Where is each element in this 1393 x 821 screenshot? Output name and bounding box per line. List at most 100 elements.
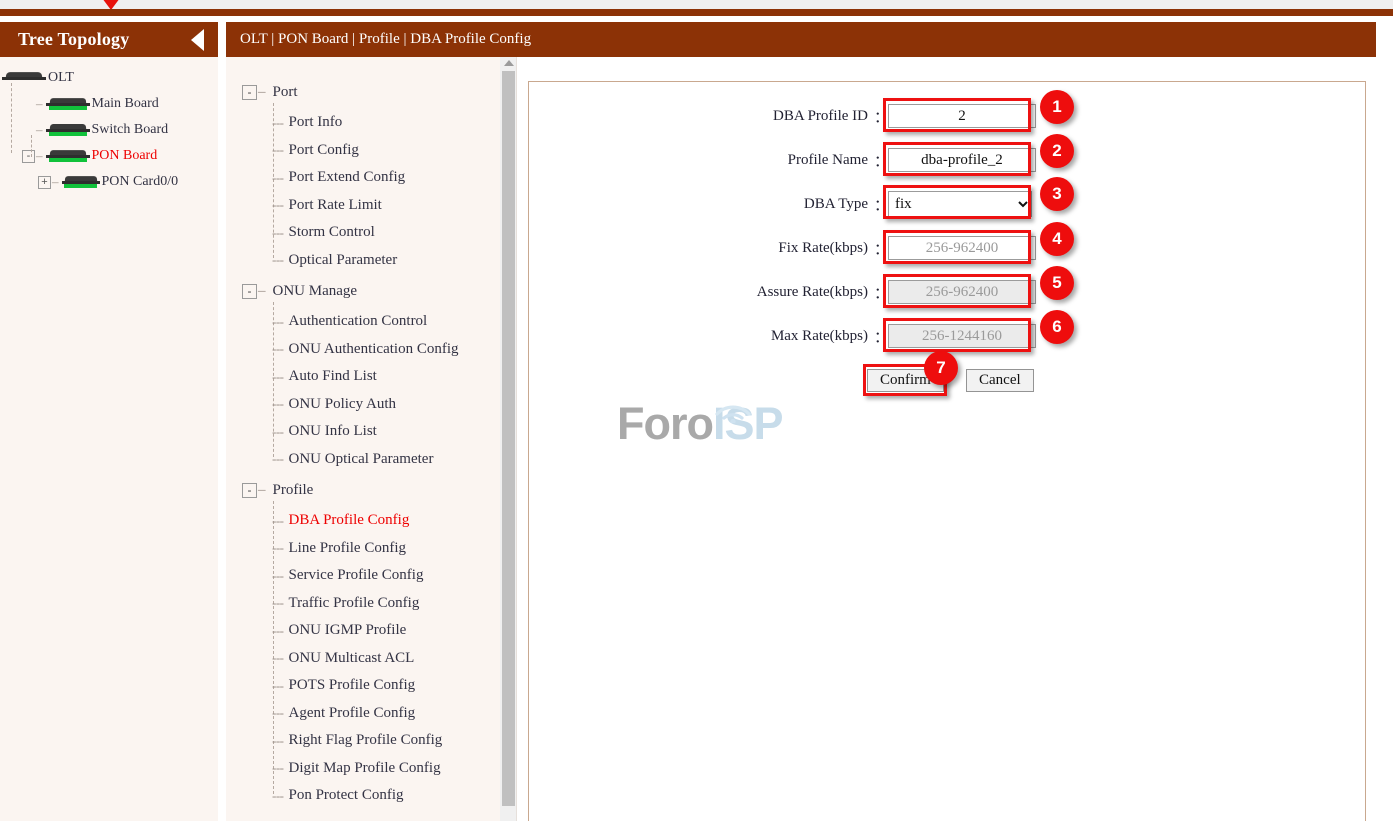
field-input[interactable] xyxy=(888,104,1036,128)
menu-item[interactable]: ---Line Profile Config xyxy=(226,535,516,563)
step-badge: 6 xyxy=(1040,310,1074,344)
tree-node[interactable]: OLT xyxy=(0,65,218,91)
menu-item[interactable]: ---ONU Authentication Config xyxy=(226,336,516,364)
collapse-group-icon[interactable]: - xyxy=(242,284,257,299)
expand-node-icon[interactable]: + xyxy=(38,176,51,189)
tree-node[interactable]: -–PON Board xyxy=(0,143,218,169)
menu-item-label: POTS Profile Config xyxy=(289,677,416,694)
tree-connector: – xyxy=(52,174,58,190)
menu-item-connector: --- xyxy=(272,341,284,357)
menu-item-connector: --- xyxy=(272,788,284,804)
menu-item-connector: --- xyxy=(272,568,284,584)
menu-panel: -–Port---Port Info---Port Config---Port … xyxy=(226,57,517,821)
menu-item[interactable]: ---Storm Control xyxy=(226,219,516,247)
menu-item-label: ONU Multicast ACL xyxy=(289,650,415,667)
field-wrapper: 2 xyxy=(888,148,1036,172)
menu-item-connector: --- xyxy=(272,451,284,467)
app-root: Tree Topology OLT | PON Board | Profile … xyxy=(0,0,1393,821)
dba-type-select[interactable]: fix xyxy=(888,191,1032,217)
menu-item-label: DBA Profile Config xyxy=(289,512,410,529)
tree-node[interactable]: +– PON Card0/0 xyxy=(0,169,218,195)
menu-connector: – xyxy=(258,283,266,300)
menu-item[interactable]: ---Port Config xyxy=(226,137,516,165)
field-label: Assure Rate(kbps) xyxy=(529,284,874,301)
menu-item[interactable]: ---Service Profile Config xyxy=(226,562,516,590)
foroisp-watermark: ForoISP xyxy=(617,395,787,465)
menu-item[interactable]: --- Pon Protect Config xyxy=(226,782,516,810)
top-strip xyxy=(0,0,1393,9)
menu-item[interactable]: ---ONU Optical Parameter xyxy=(226,446,516,474)
menu-item[interactable]: ---ONU IGMP Profile xyxy=(226,617,516,645)
menu-item-connector: --- xyxy=(272,540,284,556)
menu-item-label: Traffic Profile Config xyxy=(289,595,420,612)
menu-item-label: Authentication Control xyxy=(289,313,428,330)
menu-item[interactable]: ---ONU Multicast ACL xyxy=(226,645,516,673)
tree-node-list: OLT–Main Board–Switch Board-–PON Board+–… xyxy=(0,57,218,195)
menu-item[interactable]: ---Agent Profile Config xyxy=(226,700,516,728)
menu-item[interactable]: ---Port Info xyxy=(226,109,516,137)
tree-vertical-connector xyxy=(11,83,12,153)
menu-group[interactable]: -–ONU Manage xyxy=(226,274,516,308)
menu-group[interactable]: -–Profile xyxy=(226,473,516,507)
tree-node[interactable]: –Switch Board xyxy=(0,117,218,143)
menu-item[interactable]: ---Auto Find List xyxy=(226,363,516,391)
dba-profile-form: DBA Profile ID：1Profile Name：2DBA Type：f… xyxy=(529,82,1367,402)
menu-item-label: Port Info xyxy=(289,114,343,131)
menu-item-connector: --- xyxy=(272,142,284,158)
menu-group-items: ---Port Info---Port Config---Port Extend… xyxy=(226,109,516,274)
tree-node-label: PON Card0/0 xyxy=(102,174,179,190)
cancel-button[interactable]: Cancel xyxy=(966,369,1034,392)
menu-item[interactable]: ---POTS Profile Config xyxy=(226,672,516,700)
menu-connector: – xyxy=(258,482,266,499)
menu-item[interactable]: --- Digit Map Profile Config xyxy=(226,755,516,783)
scrollbar-thumb[interactable] xyxy=(502,71,515,806)
tree-spacer xyxy=(22,98,35,111)
menu-item[interactable]: ---Optical Parameter xyxy=(226,247,516,275)
menu-group-label: Profile xyxy=(273,482,314,499)
tree-topology-header: Tree Topology xyxy=(0,22,218,57)
device-chassis-icon xyxy=(46,123,90,137)
menu-list: -–Port---Port Info---Port Config---Port … xyxy=(226,57,516,810)
field-input[interactable] xyxy=(888,280,1036,304)
menu-group[interactable]: -–Port xyxy=(226,75,516,109)
menu-item[interactable]: ---Port Extend Config xyxy=(226,164,516,192)
form-row: DBA Type：fix3 xyxy=(529,182,1367,226)
device-chassis-icon xyxy=(46,97,90,111)
menu-item-label: Pon Protect Config xyxy=(289,787,404,804)
scroll-up-arrow-icon[interactable] xyxy=(504,60,514,66)
watermark-text: ForoISP xyxy=(617,395,787,453)
form-actions: Confirm7 Cancel xyxy=(529,358,1367,402)
menu-item-connector: --- xyxy=(272,760,284,776)
menu-item[interactable]: ---Right Flag Profile Config xyxy=(226,727,516,755)
tree-connector: – xyxy=(36,148,42,164)
menu-item[interactable]: ---Traffic Profile Config xyxy=(226,590,516,618)
tree-connector: – xyxy=(36,122,42,138)
menu-scrollbar[interactable] xyxy=(500,57,516,821)
menu-item-connector: --- xyxy=(272,314,284,330)
content-area: ForoISP DBA Profile ID：1Profile Name：2DB… xyxy=(517,57,1393,821)
confirm-button-wrapper: Confirm7 xyxy=(867,369,944,392)
field-label: Max Rate(kbps) xyxy=(529,328,874,345)
menu-item[interactable]: --- Authentication Control xyxy=(226,308,516,336)
tree-node[interactable]: –Main Board xyxy=(0,91,218,117)
collapse-group-icon[interactable]: - xyxy=(242,483,257,498)
menu-item[interactable]: ---Port Rate Limit xyxy=(226,192,516,220)
menu-item-label: ONU IGMP Profile xyxy=(289,622,407,639)
menu-item-label: Digit Map Profile Config xyxy=(289,760,441,777)
collapse-sidebar-icon[interactable] xyxy=(191,29,204,51)
menu-item[interactable]: ---ONU Info List xyxy=(226,418,516,446)
collapse-group-icon[interactable]: - xyxy=(242,85,257,100)
form-row: Fix Rate(kbps)：4 xyxy=(529,226,1367,270)
field-input[interactable] xyxy=(888,148,1036,172)
menu-item[interactable]: ---DBA Profile Config xyxy=(226,507,516,535)
menu-item-label: Right Flag Profile Config xyxy=(289,732,443,749)
form-row: Profile Name：2 xyxy=(529,138,1367,182)
field-wrapper: fix3 xyxy=(888,191,1032,217)
collapse-node-icon[interactable]: - xyxy=(22,150,35,163)
menu-item-connector: --- xyxy=(272,252,284,268)
field-input[interactable] xyxy=(888,236,1036,260)
field-input[interactable] xyxy=(888,324,1036,348)
tree-spacer xyxy=(22,124,35,137)
menu-item[interactable]: ---ONU Policy Auth xyxy=(226,391,516,419)
step-badge: 4 xyxy=(1040,222,1074,256)
